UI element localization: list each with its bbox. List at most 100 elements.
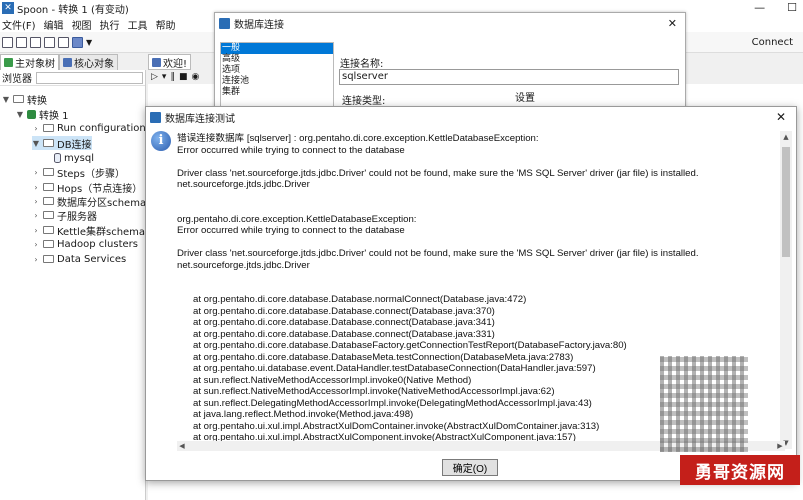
db-category-list: 一般 高级 选项 连接池 集群 (220, 42, 334, 112)
run-icon[interactable]: ▷ (151, 72, 158, 82)
tree-item-transformation-1[interactable]: ▼ 转换 1 (16, 107, 69, 122)
tab-welcome-label: 欢迎! (163, 58, 188, 70)
left-panel: 浏览器 ▼ 转换 ▼ 转换 1 › Run configurations ▼ D… (0, 70, 151, 500)
folder-icon (43, 255, 54, 263)
tree-item-steps[interactable]: › Steps（步骤） (32, 165, 125, 180)
window-controls: — ☐ (754, 1, 797, 14)
chevron-down-icon[interactable]: ▼ (2, 95, 10, 104)
folder-icon (43, 124, 54, 132)
error-line: net.sourceforge.jtds.jdbc.Driver (177, 179, 310, 190)
chevron-down-icon[interactable]: ▼ (86, 38, 92, 47)
core-objects-icon (63, 58, 72, 67)
tree-item-hadoop-clusters[interactable]: › Hadoop clusters (32, 237, 138, 251)
chevron-right-icon[interactable]: › (32, 197, 40, 206)
tree-item-label: Run configurations (57, 122, 151, 134)
tree-item-label: DB连接 (57, 139, 92, 151)
stop-icon[interactable]: ■ (179, 72, 188, 82)
canvas-toolbar: ▷ ▾ ‖ ■ ◉ (148, 70, 218, 84)
save-icon[interactable] (44, 36, 55, 48)
dropdown-icon[interactable]: ▾ (162, 72, 167, 82)
stack-trace-line: at org.pentaho.di.core.database.Database… (193, 317, 495, 328)
chevron-right-icon[interactable]: › (32, 240, 40, 249)
chevron-right-icon[interactable]: › (32, 226, 40, 235)
close-icon[interactable]: ✕ (776, 110, 786, 124)
scroll-right-icon[interactable]: ▶ (775, 441, 785, 451)
spoon-app-icon: ✕ (2, 2, 14, 14)
menu-file[interactable]: 文件(F) (2, 17, 36, 32)
tree-item-label: Data Services (57, 253, 127, 265)
canvas-tabs: 欢迎! (148, 54, 218, 70)
category-cluster[interactable]: 集群 (221, 87, 333, 98)
tree-item-label: 转换 (27, 95, 47, 107)
chevron-down-icon[interactable]: ▼ (32, 139, 40, 148)
chevron-right-icon[interactable]: › (32, 183, 40, 192)
tab-main-tree[interactable]: 主对象树 (0, 54, 59, 70)
folder-icon (43, 226, 54, 234)
vertical-scrollbar[interactable]: ▲ ▼ (780, 131, 792, 449)
stack-trace-line: at org.pentaho.di.core.database.Database… (193, 305, 495, 317)
tree-item-data-services[interactable]: › Data Services (32, 252, 126, 266)
dialog-icon (219, 17, 230, 29)
db-connection-dialog: 数据库连接 ✕ 一般 高级 选项 连接池 集群 连接名称: sqlserver … (214, 12, 686, 112)
db-dialog-titlebar: 数据库连接 ✕ (215, 13, 685, 33)
error-line: Error occurred while trying to connect t… (177, 225, 405, 236)
tree-item-label: Kettle集群schemas (57, 226, 151, 238)
category-general[interactable]: 一般 (221, 43, 333, 54)
save-as-icon[interactable] (58, 36, 69, 48)
connection-name-input[interactable]: sqlserver (339, 69, 679, 85)
chevron-right-icon[interactable]: › (32, 255, 40, 264)
open-file-icon[interactable] (16, 36, 27, 48)
layers-icon[interactable] (72, 36, 83, 48)
folder-icon (43, 183, 54, 191)
category-advanced[interactable]: 高级 (221, 54, 333, 65)
error-line: org.pentaho.di.core.exception.KettleData… (177, 213, 417, 225)
tab-core-objects[interactable]: 核心对象 (59, 54, 118, 70)
tree-item-partition-schemas[interactable]: › 数据库分区schemas (32, 194, 151, 209)
explore-repository-icon[interactable] (30, 36, 41, 48)
tree-item-label: mysql (64, 152, 94, 164)
site-watermark: 勇哥资源网 (680, 455, 800, 485)
menu-run[interactable]: 执行 (100, 17, 120, 32)
tree-item-mysql[interactable]: mysql (54, 151, 94, 165)
tree-item-db-connections[interactable]: ▼ DB连接 (32, 136, 92, 151)
new-file-icon[interactable] (2, 36, 13, 48)
database-icon (54, 153, 61, 163)
menu-edit[interactable]: 编辑 (44, 17, 64, 32)
menu-tools[interactable]: 工具 (128, 17, 148, 32)
chevron-right-icon[interactable]: › (32, 211, 40, 220)
maximize-icon[interactable]: ☐ (787, 1, 797, 14)
tab-welcome[interactable]: 欢迎! (148, 54, 192, 70)
tree-item-label: Steps（步骤） (57, 168, 125, 180)
close-icon[interactable]: ✕ (668, 17, 677, 30)
scrollbar-thumb[interactable] (782, 147, 790, 257)
tree-item-hops[interactable]: › Hops（节点连接） (32, 180, 143, 195)
ok-button[interactable]: 确定(O) (442, 459, 498, 476)
pause-icon[interactable]: ‖ (170, 72, 175, 82)
tree-item-transformations[interactable]: ▼ 转换 (2, 92, 47, 107)
menu-view[interactable]: 视图 (72, 17, 92, 32)
chevron-right-icon[interactable]: › (32, 168, 40, 177)
menu-help[interactable]: 帮助 (156, 17, 176, 32)
info-icon: i (151, 131, 171, 151)
tree-item-label: Hops（节点连接） (57, 183, 143, 195)
scroll-up-icon[interactable]: ▲ (780, 131, 792, 143)
category-pooling[interactable]: 连接池 (221, 76, 333, 87)
folder-icon (43, 168, 54, 176)
chevron-right-icon[interactable]: › (32, 124, 40, 133)
preview-icon[interactable]: ◉ (191, 72, 199, 82)
scroll-left-icon[interactable]: ◀ (177, 441, 187, 451)
chevron-down-icon[interactable]: ▼ (16, 110, 24, 119)
browser-label: 浏览器 (2, 74, 32, 85)
db-dialog-title: 数据库连接 (234, 19, 284, 31)
error-line: Driver class 'net.sourceforge.jtds.jdbc.… (177, 167, 699, 179)
transformation-icon (27, 109, 36, 119)
error-dialog-title: 数据库连接测试 (165, 113, 235, 125)
tree-item-run-configurations[interactable]: › Run configurations (32, 121, 151, 135)
browser-search-input[interactable] (36, 71, 143, 84)
connect-button[interactable]: Connect (752, 37, 793, 48)
tree-item-slave-servers[interactable]: › 子服务器 (32, 208, 97, 223)
minimize-icon[interactable]: — (754, 1, 765, 14)
tree-item-cluster-schemas[interactable]: › Kettle集群schemas (32, 223, 151, 238)
stack-trace-line: at org.pentaho.di.core.database.Database… (193, 340, 627, 351)
category-options[interactable]: 选项 (221, 65, 333, 76)
